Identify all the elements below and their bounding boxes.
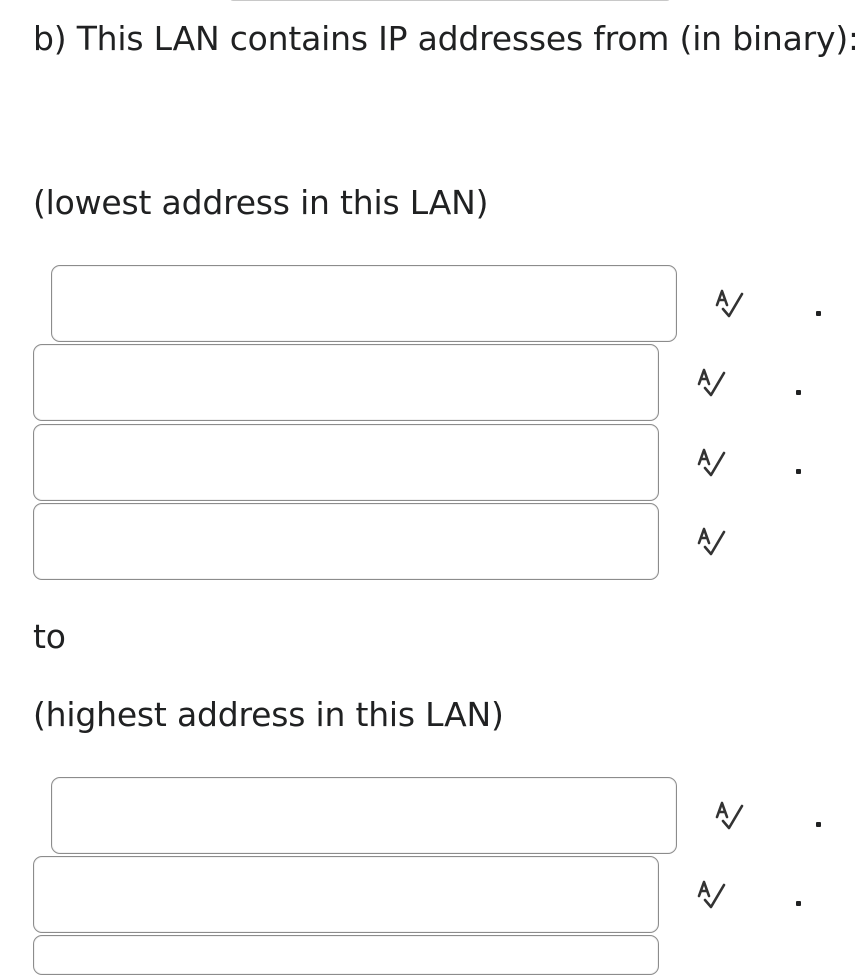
highest-address-label: (highest address in this LAN)	[33, 695, 504, 734]
spellcheck-icon[interactable]	[693, 364, 731, 402]
octet-separator-dot	[816, 822, 821, 827]
highest-octet-1-input[interactable]	[52, 778, 676, 853]
lowest-octet-2-field[interactable]	[33, 344, 659, 421]
spellcheck-icon[interactable]	[693, 876, 731, 914]
spellcheck-icon[interactable]	[693, 523, 731, 561]
octet-separator-dot	[796, 469, 801, 474]
highest-octet-3-field[interactable]	[33, 935, 659, 975]
spellcheck-icon[interactable]	[711, 797, 749, 835]
lowest-octet-4-field[interactable]	[33, 503, 659, 580]
spellcheck-icon[interactable]	[693, 444, 731, 482]
highest-octet-3-input[interactable]	[34, 936, 658, 974]
to-label: to	[33, 617, 66, 656]
lowest-octet-3-field[interactable]	[33, 424, 659, 501]
lowest-octet-2-input[interactable]	[34, 345, 658, 420]
question-part-b: b) This LAN contains IP addresses from (…	[33, 19, 855, 58]
lowest-octet-1-field[interactable]	[51, 265, 677, 342]
octet-separator-dot	[796, 901, 801, 906]
highest-octet-1-field[interactable]	[51, 777, 677, 854]
octet-separator-dot	[796, 390, 801, 395]
highest-octet-2-field[interactable]	[33, 856, 659, 933]
octet-separator-dot	[816, 311, 821, 316]
lowest-octet-1-input[interactable]	[52, 266, 676, 341]
previous-field-edge	[230, 0, 670, 1]
lowest-address-label: (lowest address in this LAN)	[33, 183, 489, 222]
lowest-octet-3-input[interactable]	[34, 425, 658, 500]
lowest-octet-4-input[interactable]	[34, 504, 658, 579]
spellcheck-icon[interactable]	[711, 285, 749, 323]
highest-octet-2-input[interactable]	[34, 857, 658, 932]
